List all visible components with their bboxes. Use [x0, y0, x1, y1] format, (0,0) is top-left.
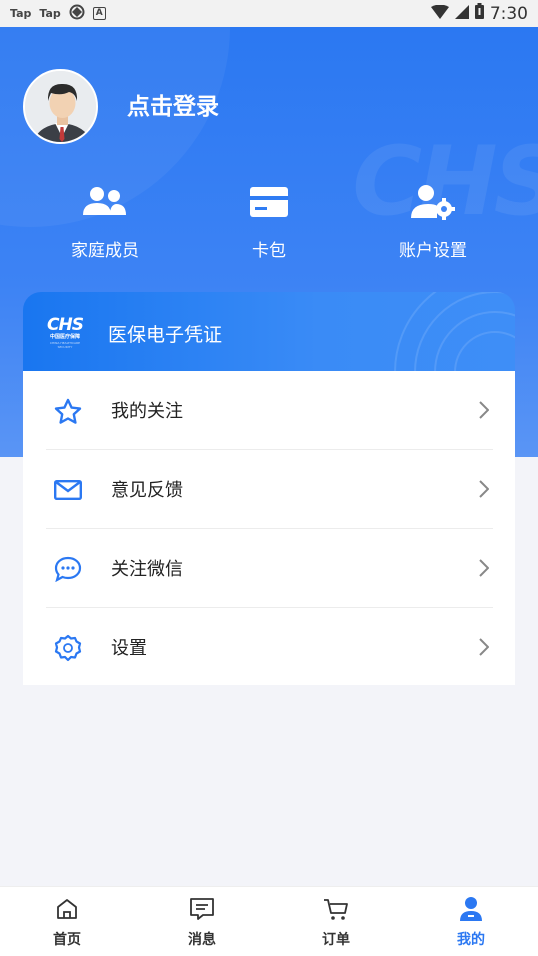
- home-icon: [27, 895, 107, 923]
- cell-signal-icon: [454, 4, 469, 24]
- cart-icon: [296, 895, 376, 923]
- chs-logo-text: CHS: [47, 315, 84, 335]
- status-time: 7:30: [489, 3, 528, 24]
- tab-profile[interactable]: 我的: [431, 895, 511, 949]
- bottom-tab-bar: 首页 消息 订单 我的: [0, 886, 538, 956]
- status-right: 7:30: [430, 3, 528, 24]
- message-icon: [162, 895, 242, 923]
- status-app-label-2: Tap: [39, 7, 61, 20]
- banner-decor-arcs: [394, 292, 515, 372]
- menu-item-label: 关注微信: [111, 559, 183, 580]
- star-icon: [53, 396, 83, 426]
- menu-item-label: 意见反馈: [111, 480, 183, 501]
- mail-icon: [53, 475, 83, 505]
- status-app-label-1: Tap: [10, 7, 32, 20]
- banner-title: 医保电子凭证: [108, 324, 223, 346]
- tab-label: 我的: [457, 932, 485, 948]
- tab-label: 消息: [188, 932, 216, 948]
- user-avatar[interactable]: [23, 69, 98, 144]
- menu-item-label: 我的关注: [111, 401, 183, 422]
- tab-messages[interactable]: 消息: [162, 895, 242, 949]
- quick-action-label: 家庭成员: [71, 241, 139, 261]
- app-icon: [69, 4, 85, 23]
- settings-gear-icon: [53, 633, 83, 663]
- chs-logo-subtitle-en: CHINA HEALTHCARE SECURITY: [49, 341, 81, 349]
- chevron-right-icon: [479, 638, 490, 660]
- quick-action-family-members[interactable]: 家庭成员: [45, 182, 165, 261]
- quick-actions: 家庭成员 卡包 账户设置: [0, 182, 538, 262]
- menu-list: 我的关注 意见反馈 关注微信 设置: [23, 371, 515, 685]
- tab-orders[interactable]: 订单: [296, 895, 376, 949]
- text-box-icon: A: [92, 7, 106, 20]
- chat-bubble-icon: [53, 554, 83, 584]
- family-members-icon: [45, 182, 165, 222]
- chs-logo: CHS 中国医疗保障 CHINA HEALTHCARE SECURITY: [43, 316, 87, 349]
- account-settings-icon: [373, 182, 493, 222]
- profile-icon: [431, 895, 511, 923]
- quick-action-account-settings[interactable]: 账户设置: [373, 182, 493, 261]
- card-wallet-icon: [209, 182, 329, 222]
- chevron-right-icon: [479, 559, 490, 581]
- chevron-right-icon: [479, 401, 490, 423]
- chevron-right-icon: [479, 480, 490, 502]
- quick-action-card-wallet[interactable]: 卡包: [209, 182, 329, 261]
- chs-logo-subtitle: 中国医疗保障: [49, 334, 80, 340]
- status-left: Tap Tap A: [10, 4, 106, 23]
- menu-item-my-follows[interactable]: 我的关注: [23, 371, 515, 449]
- tab-label: 订单: [322, 932, 350, 948]
- medical-certificate-banner[interactable]: CHS 中国医疗保障 CHINA HEALTHCARE SECURITY 医保电…: [23, 292, 515, 372]
- tab-home[interactable]: 首页: [27, 895, 107, 949]
- login-prompt[interactable]: 点击登录: [127, 87, 219, 121]
- menu-item-feedback[interactable]: 意见反馈: [23, 450, 515, 528]
- battery-icon: [474, 3, 484, 24]
- wifi-icon: [430, 4, 449, 24]
- menu-item-label: 设置: [111, 638, 147, 659]
- menu-item-follow-wechat[interactable]: 关注微信: [23, 529, 515, 607]
- tab-label: 首页: [53, 932, 81, 948]
- menu-item-settings[interactable]: 设置: [23, 608, 515, 686]
- status-bar: Tap Tap A 7:30: [0, 0, 538, 27]
- quick-action-label: 账户设置: [399, 241, 467, 261]
- quick-action-label: 卡包: [252, 241, 286, 261]
